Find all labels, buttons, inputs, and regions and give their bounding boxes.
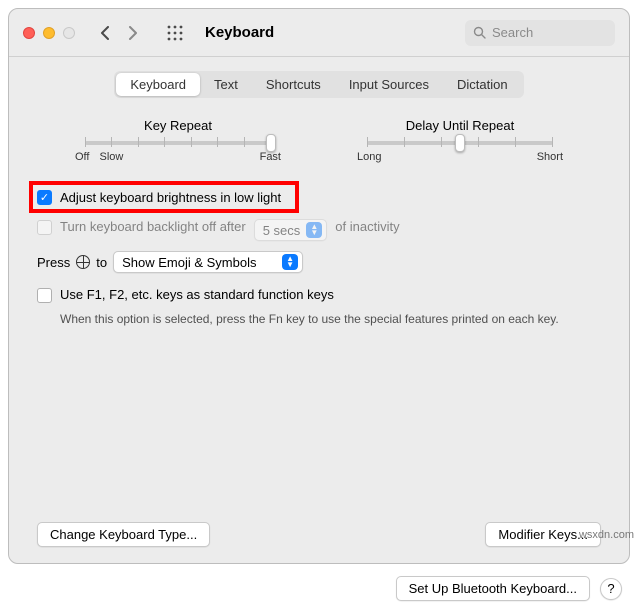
press-globe-prefix: Press <box>37 255 70 270</box>
window-controls <box>23 27 75 39</box>
page-title: Keyboard <box>205 24 274 41</box>
zoom-window-button <box>63 27 75 39</box>
key-repeat-group: Key Repeat Off Slow Fast <box>63 118 293 163</box>
adjust-brightness-label: Adjust keyboard brightness in low light <box>60 190 281 205</box>
search-icon <box>473 26 486 39</box>
fn-keys-description: When this option is selected, press the … <box>60 311 601 328</box>
chevron-up-down-icon: ▲▼ <box>306 222 322 238</box>
setup-bluetooth-button[interactable]: Set Up Bluetooth Keyboard... <box>396 576 590 601</box>
delay-label: Delay Until Repeat <box>345 118 575 133</box>
search-field[interactable]: Search <box>465 20 615 46</box>
titlebar: Keyboard Search <box>9 9 629 57</box>
minimize-window-button[interactable] <box>43 27 55 39</box>
key-repeat-fast-cap: Fast <box>260 151 281 163</box>
backlight-delay-value: 5 secs <box>263 223 301 238</box>
help-button[interactable]: ? <box>600 578 622 600</box>
close-window-button[interactable] <box>23 27 35 39</box>
backlight-off-row: Turn keyboard backlight off after 5 secs… <box>37 217 601 243</box>
tab-text[interactable]: Text <box>200 73 252 96</box>
nav-buttons <box>93 21 145 45</box>
globe-action-value: Show Emoji & Symbols <box>122 255 256 270</box>
globe-icon <box>76 255 90 269</box>
delay-short-cap: Short <box>537 151 563 163</box>
tab-keyboard[interactable]: Keyboard <box>116 73 200 96</box>
delay-group: Delay Until Repeat Long Short <box>345 118 575 163</box>
change-keyboard-type-button[interactable]: Change Keyboard Type... <box>37 522 210 547</box>
delay-thumb[interactable] <box>455 134 465 152</box>
delay-long-cap: Long <box>357 151 381 163</box>
content-area: Key Repeat Off Slow Fast D <box>9 98 629 563</box>
key-repeat-label: Key Repeat <box>63 118 293 133</box>
chevron-up-down-icon: ▲▼ <box>282 254 298 270</box>
forward-button <box>121 21 145 45</box>
fn-keys-checkbox[interactable] <box>37 288 52 303</box>
preferences-window: Keyboard Search Keyboard Text Shortcuts … <box>8 8 630 564</box>
tab-dictation[interactable]: Dictation <box>443 73 522 96</box>
tab-bar: Keyboard Text Shortcuts Input Sources Di… <box>9 71 629 98</box>
fn-keys-label: Use F1, F2, etc. keys as standard functi… <box>60 287 334 302</box>
adjust-brightness-checkbox[interactable]: ✓ <box>37 190 52 205</box>
fn-keys-row: Use F1, F2, etc. keys as standard functi… <box>37 285 601 305</box>
segmented-control: Keyboard Text Shortcuts Input Sources Di… <box>114 71 523 98</box>
press-globe-mid: to <box>96 255 107 270</box>
tab-input-sources[interactable]: Input Sources <box>335 73 443 96</box>
tab-shortcuts[interactable]: Shortcuts <box>252 73 335 96</box>
key-repeat-slider[interactable] <box>85 141 271 145</box>
key-repeat-thumb[interactable] <box>266 134 276 152</box>
backlight-off-checkbox[interactable] <box>37 220 52 235</box>
press-globe-row: Press to Show Emoji & Symbols ▲▼ <box>37 251 601 273</box>
backlight-delay-select[interactable]: 5 secs ▲▼ <box>254 219 328 241</box>
footer-row: Set Up Bluetooth Keyboard... ? <box>0 572 640 607</box>
back-button[interactable] <box>93 21 117 45</box>
key-repeat-off-cap: Off <box>75 151 89 163</box>
backlight-off-prefix: Turn keyboard backlight off after <box>60 219 246 234</box>
show-all-button[interactable] <box>163 21 187 45</box>
backlight-off-suffix: of inactivity <box>335 219 399 234</box>
bottom-buttons: Change Keyboard Type... Modifier Keys... <box>37 522 601 547</box>
key-repeat-slow-cap: Slow <box>99 151 123 163</box>
search-placeholder: Search <box>492 25 533 40</box>
highlight-annotation: ✓ Adjust keyboard brightness in low ligh… <box>29 181 299 213</box>
globe-action-select[interactable]: Show Emoji & Symbols ▲▼ <box>113 251 303 273</box>
watermark-text: wsxdn.com <box>579 529 634 541</box>
delay-slider[interactable] <box>367 141 553 145</box>
